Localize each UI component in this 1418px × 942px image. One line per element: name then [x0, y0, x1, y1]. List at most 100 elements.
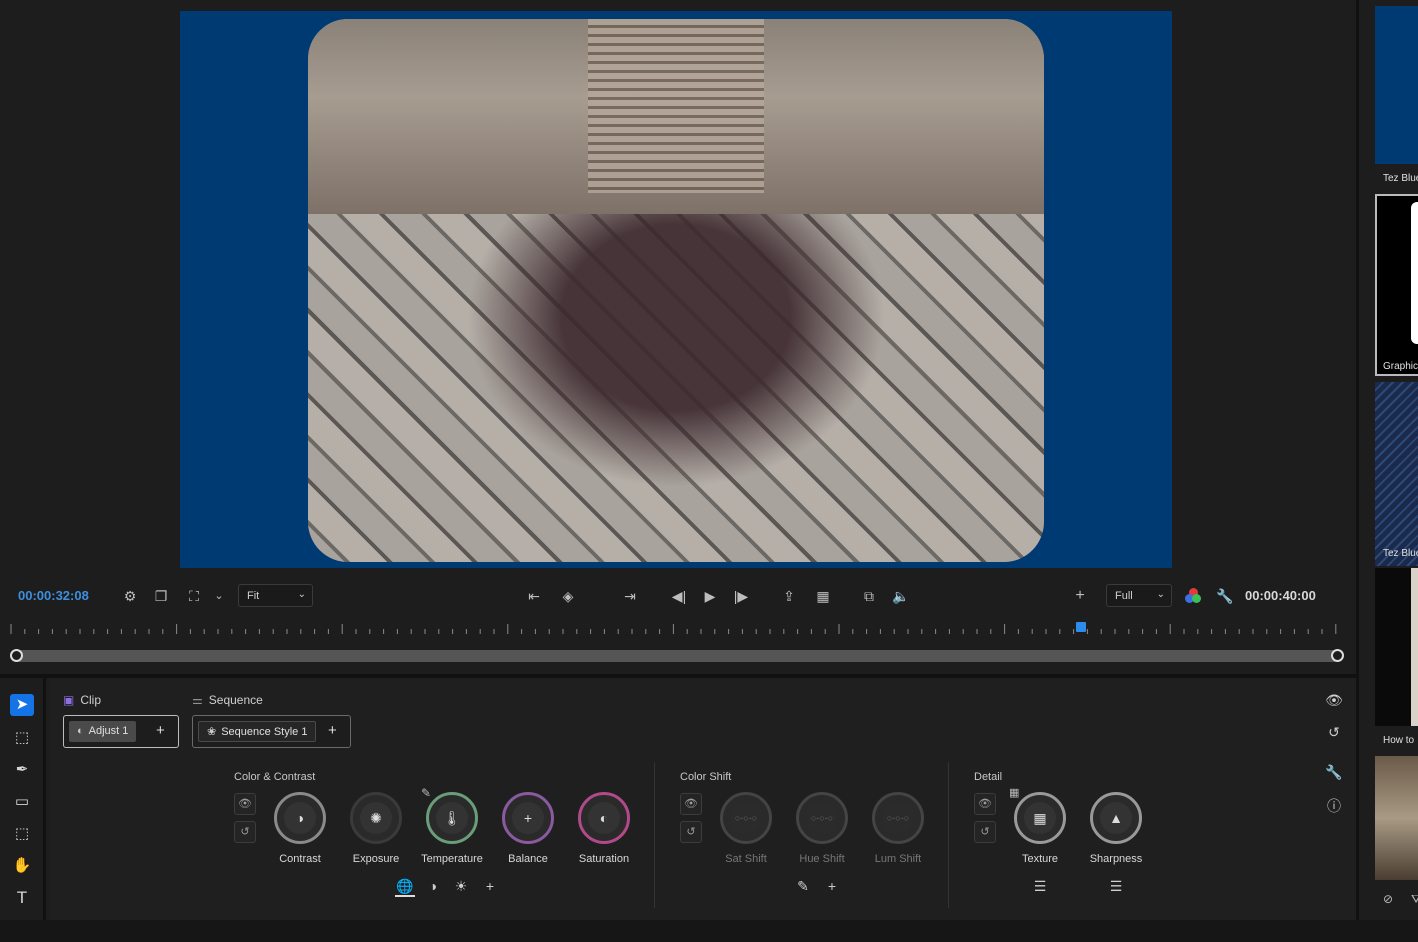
exposure-dial[interactable]: ✺ [350, 792, 402, 844]
rectangle-tool-icon[interactable]: ▭ [10, 791, 34, 813]
curve-icon: ○-○-○ [882, 802, 914, 834]
contrast-mode-icon[interactable]: ◑ [423, 878, 443, 894]
current-timecode[interactable]: 00:00:32:08 [18, 588, 89, 603]
media-thumbnail[interactable] [1375, 6, 1418, 164]
visibility-eye-icon[interactable]: 👁 [974, 793, 996, 815]
chevron-down-icon[interactable]: ⌄ [209, 587, 229, 605]
sliders-icon[interactable]: ☰ [1030, 878, 1050, 895]
settings-icon[interactable]: ⚙ [120, 587, 140, 605]
add-marker-icon[interactable]: ◈ [556, 587, 580, 605]
color-panel: ▣ Clip ⚌ Sequence ◐ Adjust 1 + ❀ Sequence St… [49, 678, 1356, 920]
eyedropper-icon[interactable]: ✎ [793, 878, 813, 895]
texture-dial[interactable]: ▦ [1014, 792, 1066, 844]
add-style-button[interactable]: + [328, 722, 337, 739]
balance-dial[interactable]: + [502, 792, 554, 844]
curve-icon: ○-○-○ [806, 802, 838, 834]
lum-shift-label: Lum Shift [874, 853, 922, 865]
sequence-icon: ⚌ [192, 693, 203, 707]
pen-tool-icon[interactable]: ✒ [10, 759, 34, 781]
volume-icon[interactable]: 🔈 [890, 587, 912, 605]
step-back-icon[interactable]: ◀| [668, 587, 690, 605]
timeline-ruler[interactable] [10, 622, 1340, 636]
status-bar [0, 920, 1418, 942]
sequence-style-button[interactable]: ❀ Sequence Style 1 [198, 721, 317, 742]
ripple-tool-icon[interactable]: ⬚ [10, 823, 34, 845]
video-preview [308, 19, 1044, 562]
mark-in-icon[interactable]: ⇤ [522, 587, 546, 605]
tab-sequence[interactable]: ⚌ Sequence [192, 693, 263, 707]
visibility-eye-icon[interactable]: 👁 [1324, 692, 1344, 709]
media-bin: Tez Blue Graphic Tez Blue How to ⊘ ⛛ [1356, 0, 1418, 920]
sequence-style-chip[interactable]: ❀ Sequence Style 1 + [192, 715, 351, 748]
sharpness-icon: ▲ [1100, 802, 1132, 834]
adjust-chip[interactable]: ◐ Adjust 1 + [63, 715, 179, 748]
saturation-icon: ◐ [588, 802, 620, 834]
saturation-dial[interactable]: ◐ [578, 792, 630, 844]
filter-icon[interactable]: ⛛ [1411, 892, 1418, 907]
saturation-label: Saturation [578, 853, 630, 865]
adjust-1-button[interactable]: ◐ Adjust 1 [69, 721, 137, 742]
contrast-dial[interactable]: ◑ [274, 792, 326, 844]
hand-tool-icon[interactable]: ✋ [10, 855, 34, 877]
step-forward-icon[interactable]: |▶ [730, 587, 752, 605]
eyedropper-icon[interactable]: ✎ [421, 786, 431, 800]
selection-tool-icon[interactable]: ➤ [10, 694, 34, 716]
video-frame[interactable] [180, 11, 1172, 568]
lift-icon[interactable]: ⇪ [778, 587, 800, 605]
safe-margins-icon[interactable]: ⛶ [184, 587, 204, 605]
playhead[interactable] [1076, 622, 1086, 632]
add-icon[interactable]: + [822, 878, 842, 894]
texture-icon: ▦ [1024, 802, 1056, 834]
add-adjust-button[interactable]: + [156, 722, 165, 739]
sliders-icon[interactable]: ☰ [1106, 878, 1126, 895]
extract-icon[interactable]: ▦ [812, 587, 834, 605]
overlay-icon[interactable]: ❐ [151, 587, 171, 605]
sat-shift-dial[interactable]: ○-○-○ [720, 792, 772, 844]
wrench-icon[interactable]: 🔧 [1324, 764, 1344, 781]
aperture-icon: ✺ [360, 802, 392, 834]
reset-icon[interactable]: ↺ [680, 821, 702, 843]
section-divider [654, 762, 655, 908]
add-button-icon[interactable]: + [1070, 587, 1090, 605]
reset-icon[interactable]: ↺ [234, 821, 256, 843]
color-shift-title: Color Shift [680, 771, 732, 783]
chevron-down-icon: ⌄ [297, 589, 306, 600]
sharpness-dial[interactable]: ▲ [1090, 792, 1142, 844]
fit-dropdown[interactable]: Fit ⌄ [238, 584, 313, 607]
media-thumbnail[interactable] [1375, 568, 1418, 726]
lum-shift-dial[interactable]: ○-○-○ [872, 792, 924, 844]
export-frame-icon[interactable]: ⧉ [858, 587, 880, 605]
hide-icon[interactable]: ⊘ [1383, 892, 1393, 906]
track-select-tool-icon[interactable]: ⬚ [10, 727, 34, 749]
media-thumbnail[interactable] [1375, 194, 1418, 376]
zoom-scrollbar[interactable] [10, 649, 1344, 662]
scroll-handle-left[interactable] [10, 649, 23, 662]
mark-out-icon[interactable]: ⇥ [618, 587, 642, 605]
style-icon: ❀ [207, 726, 217, 738]
media-label: Tez Blue [1383, 173, 1418, 184]
media-label: Tez Blue [1383, 548, 1418, 559]
color-icon[interactable] [1185, 588, 1201, 604]
sharpness-label: Sharpness [1089, 853, 1143, 865]
grid-icon[interactable]: ▦ [1009, 786, 1019, 799]
quality-dropdown[interactable]: Full ⌄ [1106, 584, 1172, 607]
tab-clip[interactable]: ▣ Clip [63, 693, 101, 707]
play-icon[interactable]: ▶ [699, 587, 721, 605]
help-icon[interactable]: ⓘ [1324, 796, 1344, 816]
media-thumbnail[interactable] [1375, 382, 1418, 566]
media-label: How to [1383, 735, 1415, 746]
clip-icon: ▣ [63, 693, 75, 707]
add-icon[interactable]: + [480, 878, 500, 894]
scroll-handle-right[interactable] [1331, 649, 1344, 662]
visibility-eye-icon[interactable]: 👁 [234, 793, 256, 815]
reset-icon[interactable]: ↺ [1324, 724, 1344, 741]
sun-icon[interactable]: ☀ [451, 878, 471, 895]
globe-icon[interactable]: 🌐 [395, 878, 415, 897]
wrench-icon[interactable]: 🔧 [1215, 587, 1235, 605]
reset-icon[interactable]: ↺ [974, 821, 996, 843]
hue-shift-dial[interactable]: ○-○-○ [796, 792, 848, 844]
media-thumbnail[interactable] [1375, 756, 1418, 880]
visibility-eye-icon[interactable]: 👁 [680, 793, 702, 815]
temperature-dial[interactable]: 🌡 [426, 792, 478, 844]
type-tool-icon[interactable]: T [10, 887, 34, 909]
